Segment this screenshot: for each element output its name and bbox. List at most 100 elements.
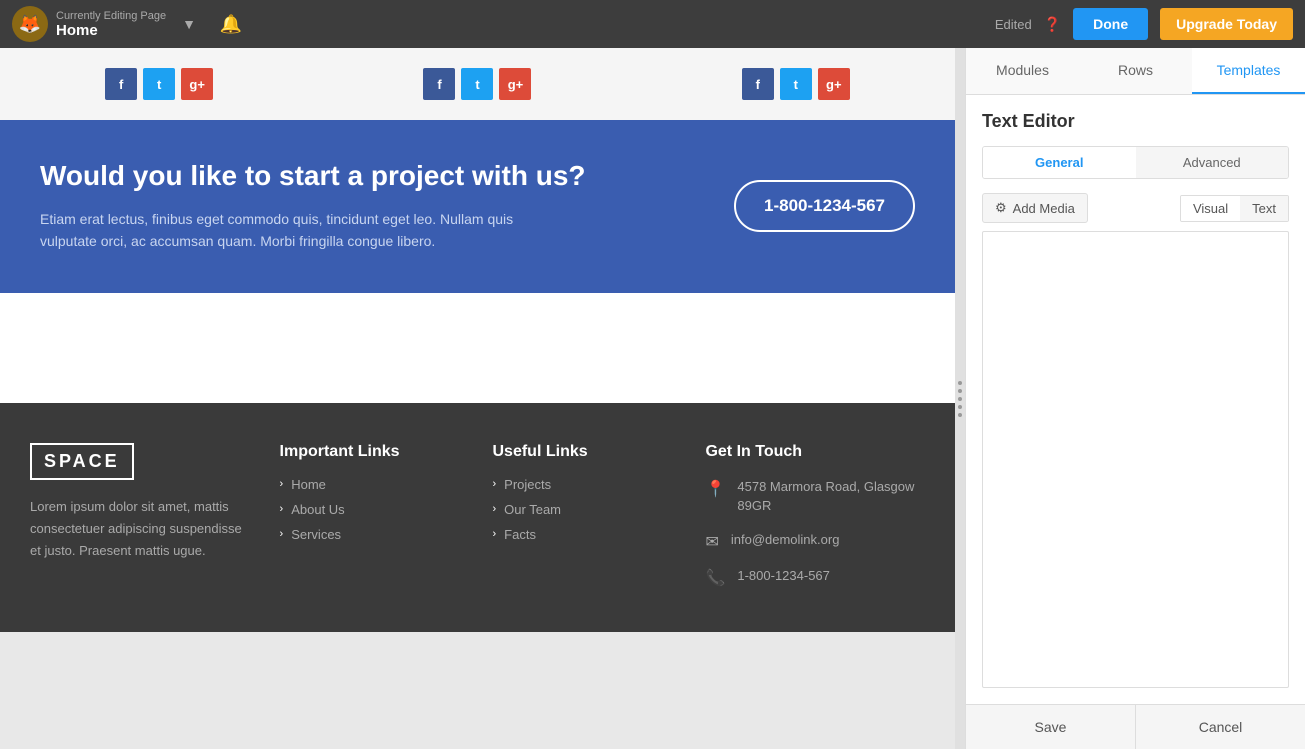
cta-section: Would you like to start a project with u… [0, 120, 955, 293]
help-icon[interactable]: ❓ [1044, 16, 1061, 33]
useful-links-list: › Projects › Our Team › Facts [493, 477, 676, 542]
list-item[interactable]: › About Us [280, 502, 463, 517]
location-icon: 📍 [705, 479, 725, 499]
sidebar-panel: Modules Rows Templates Text Editor Gener… [965, 48, 1305, 749]
add-media-label: Add Media [1013, 201, 1075, 216]
list-item[interactable]: › Projects [493, 477, 676, 492]
top-bar-left: 🦊 Currently Editing Page Home ▼ 🔔 [12, 6, 995, 42]
drag-handle[interactable] [955, 48, 965, 749]
add-media-icon: ⚙ [995, 200, 1007, 216]
contact-email: ✉ info@demolink.org [705, 530, 925, 552]
tab-rows[interactable]: Rows [1079, 48, 1192, 94]
footer-brand: SPACE Lorem ipsum dolor sit amet, mattis… [30, 443, 250, 602]
tab-modules[interactable]: Modules [966, 48, 1079, 94]
top-bar-right: Edited ❓ Done Upgrade Today [995, 8, 1293, 40]
drag-dot [958, 413, 962, 417]
facebook-button-3[interactable]: f [742, 68, 774, 100]
footer: SPACE Lorem ipsum dolor sit amet, mattis… [0, 403, 955, 632]
contact-address: 📍 4578 Marmora Road, Glasgow 89GR [705, 477, 925, 516]
sidebar-tabs: Modules Rows Templates [966, 48, 1305, 95]
footer-contact: Get In Touch 📍 4578 Marmora Road, Glasgo… [705, 443, 925, 602]
social-group-2: f t g+ [423, 68, 531, 100]
cta-body: Etiam erat lectus, finibus eget commodo … [40, 208, 540, 253]
social-group-1: f t g+ [105, 68, 213, 100]
social-row: f t g+ f t g+ f t g+ [0, 48, 955, 120]
text-button[interactable]: Text [1240, 196, 1288, 221]
link-label: Services [291, 527, 341, 542]
twitter-button-1[interactable]: t [143, 68, 175, 100]
chevron-right-icon: › [493, 478, 497, 490]
link-label: Facts [504, 527, 536, 542]
avatar: 🦊 [12, 6, 48, 42]
cta-text: Would you like to start a project with u… [40, 160, 586, 253]
visual-text-toggle: Visual Text [1180, 195, 1289, 222]
twitter-button-2[interactable]: t [461, 68, 493, 100]
chevron-right-icon: › [493, 503, 497, 515]
subtab-advanced[interactable]: Advanced [1136, 147, 1289, 178]
drag-dot [958, 397, 962, 401]
cta-heading: Would you like to start a project with u… [40, 160, 586, 192]
visual-button[interactable]: Visual [1181, 196, 1240, 221]
link-label: Our Team [504, 502, 561, 517]
footer-tagline: Lorem ipsum dolor sit amet, mattis conse… [30, 496, 250, 562]
page-info: Currently Editing Page Home [56, 10, 166, 39]
footer-grid: SPACE Lorem ipsum dolor sit amet, mattis… [30, 443, 925, 602]
add-media-button[interactable]: ⚙ Add Media [982, 193, 1088, 223]
googleplus-button-2[interactable]: g+ [499, 68, 531, 100]
cta-phone-button[interactable]: 1-800-1234-567 [734, 180, 915, 232]
contact-title: Get In Touch [705, 443, 925, 461]
cancel-button[interactable]: Cancel [1136, 705, 1305, 749]
googleplus-button-3[interactable]: g+ [818, 68, 850, 100]
editor-subtabs: General Advanced [982, 146, 1289, 179]
social-group-3: f t g+ [742, 68, 850, 100]
twitter-button-3[interactable]: t [780, 68, 812, 100]
link-label: About Us [291, 502, 344, 517]
upgrade-button[interactable]: Upgrade Today [1160, 8, 1293, 40]
important-links-title: Important Links [280, 443, 463, 461]
googleplus-button-1[interactable]: g+ [181, 68, 213, 100]
chevron-right-icon: › [280, 478, 284, 490]
footer-important-links: Important Links › Home › About Us › Serv [280, 443, 463, 602]
list-item[interactable]: › Home [280, 477, 463, 492]
address-text: 4578 Marmora Road, Glasgow 89GR [737, 477, 925, 516]
spacer-section [0, 293, 955, 403]
link-label: Home [291, 477, 326, 492]
drag-dot [958, 381, 962, 385]
email-text: info@demolink.org [731, 530, 840, 550]
tab-templates[interactable]: Templates [1192, 48, 1305, 94]
canvas: f t g+ f t g+ f t g+ Would you like to s… [0, 48, 955, 749]
chevron-right-icon: › [280, 503, 284, 515]
facebook-button-1[interactable]: f [105, 68, 137, 100]
drag-dot [958, 389, 962, 393]
done-button[interactable]: Done [1073, 8, 1148, 40]
edited-label: Edited [995, 17, 1032, 32]
footer-logo: SPACE [30, 443, 134, 480]
list-item[interactable]: › Services [280, 527, 463, 542]
page-dropdown-icon[interactable]: ▼ [182, 16, 196, 32]
text-editor-title: Text Editor [982, 111, 1289, 132]
subtab-general[interactable]: General [983, 147, 1136, 178]
list-item[interactable]: › Our Team [493, 502, 676, 517]
list-item[interactable]: › Facts [493, 527, 676, 542]
top-bar: 🦊 Currently Editing Page Home ▼ 🔔 Edited… [0, 0, 1305, 48]
editing-label: Currently Editing Page [56, 10, 166, 22]
phone-icon: 📞 [705, 568, 725, 588]
contact-phone: 📞 1-800-1234-567 [705, 566, 925, 588]
sidebar-footer: Save Cancel [966, 704, 1305, 749]
page-name: Home [56, 22, 166, 39]
text-editor-area[interactable] [982, 231, 1289, 688]
chevron-right-icon: › [493, 528, 497, 540]
important-links-list: › Home › About Us › Services [280, 477, 463, 542]
drag-dot [958, 405, 962, 409]
editor-toolbar: ⚙ Add Media Visual Text [982, 193, 1289, 223]
main-layout: f t g+ f t g+ f t g+ Would you like to s… [0, 48, 1305, 749]
bell-icon[interactable]: 🔔 [220, 14, 242, 35]
facebook-button-2[interactable]: f [423, 68, 455, 100]
save-button[interactable]: Save [966, 705, 1136, 749]
chevron-right-icon: › [280, 528, 284, 540]
sidebar-content: Text Editor General Advanced ⚙ Add Media… [966, 95, 1305, 704]
link-label: Projects [504, 477, 551, 492]
useful-links-title: Useful Links [493, 443, 676, 461]
email-icon: ✉ [705, 532, 718, 552]
footer-useful-links: Useful Links › Projects › Our Team › Fac [493, 443, 676, 602]
